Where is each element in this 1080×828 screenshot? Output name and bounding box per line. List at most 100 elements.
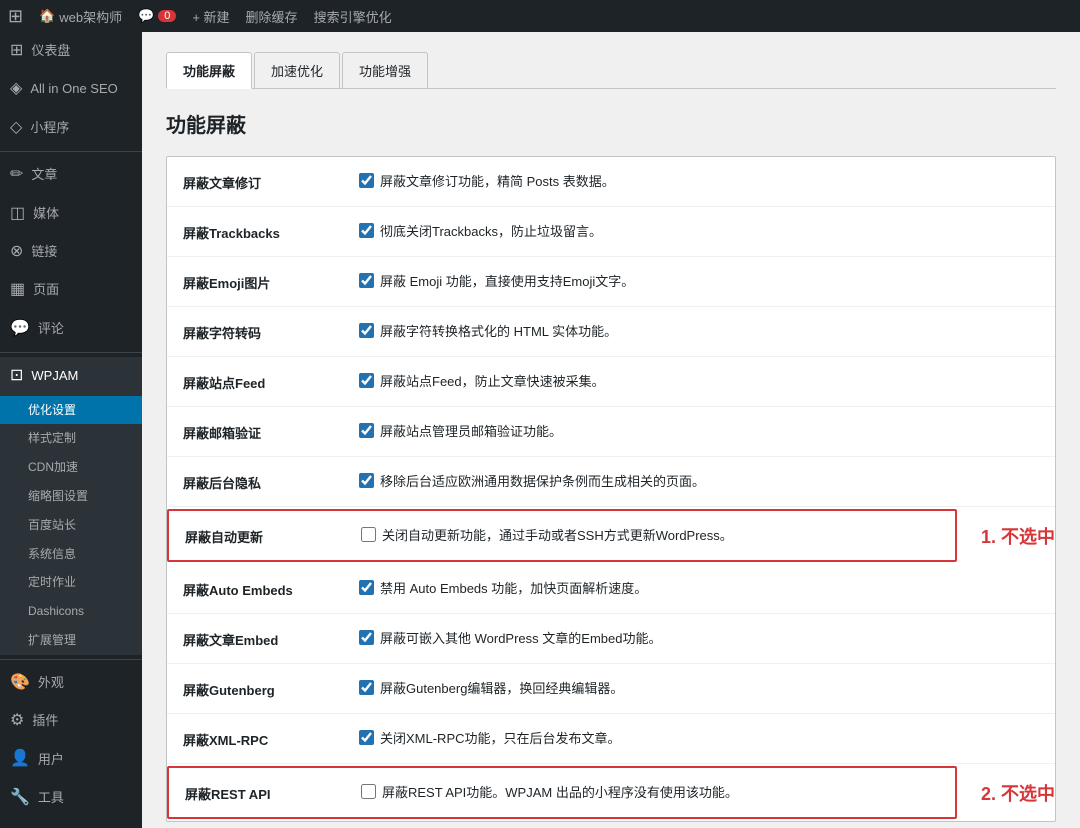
setting-desc-12: 屏蔽REST API功能。WPJAM 出品的小程序没有使用该功能。 [382, 782, 738, 801]
setting-checkbox-label-4[interactable]: 屏蔽站点Feed，防止文章快速被采集。 [359, 371, 605, 390]
sidebar-item-articles[interactable]: ✏ 文章 [0, 156, 142, 194]
comment-count-item[interactable]: 💬 0 [138, 8, 176, 24]
sidebar-label-media: 媒体 [33, 205, 59, 223]
setting-label-0: 屏蔽文章修订 [183, 171, 343, 192]
setting-checkbox-label-1[interactable]: 彻底关闭Trackbacks，防止垃圾留言。 [359, 221, 602, 240]
setting-checkbox-label-3[interactable]: 屏蔽字符转换格式化的 HTML 实体功能。 [359, 321, 617, 340]
sidebar-label-thumbnail: 缩略图设置 [28, 488, 88, 505]
setting-value-8: 禁用 Auto Embeds 功能，加快页面解析速度。 [359, 578, 1039, 597]
setting-desc-0: 屏蔽文章修订功能，精简 Posts 表数据。 [380, 171, 615, 190]
sidebar-item-plugins[interactable]: ⚙ 插件 [0, 702, 142, 740]
setting-checkbox-4[interactable] [359, 373, 374, 388]
setting-checkbox-11[interactable] [359, 730, 374, 745]
setting-value-11: 关闭XML-RPC功能，只在后台发布文章。 [359, 728, 1039, 747]
setting-label-2: 屏蔽Emoji图片 [183, 271, 343, 292]
wp-logo-icon[interactable]: ⊞ [8, 6, 23, 27]
sidebar-item-dashboard[interactable]: ⊞ 仪表盘 [0, 32, 142, 70]
sidebar-item-miniprogram[interactable]: ◇ 小程序 [0, 109, 142, 147]
setting-checkbox-label-0[interactable]: 屏蔽文章修订功能，精简 Posts 表数据。 [359, 171, 615, 190]
setting-value-2: 屏蔽 Emoji 功能，直接使用支持Emoji文字。 [359, 271, 1039, 290]
setting-checkbox-9[interactable] [359, 630, 374, 645]
setting-row-1: 屏蔽Trackbacks 彻底关闭Trackbacks，防止垃圾留言。 [167, 207, 1055, 257]
media-icon: ◫ [10, 203, 25, 225]
sidebar-label-optimize: 优化设置 [28, 402, 76, 419]
setting-checkbox-label-12[interactable]: 屏蔽REST API功能。WPJAM 出品的小程序没有使用该功能。 [361, 782, 738, 801]
setting-label-3: 屏蔽字符转码 [183, 321, 343, 342]
sidebar-item-comments[interactable]: 💬 评论 [0, 310, 142, 348]
setting-checkbox-label-5[interactable]: 屏蔽站点管理员邮箱验证功能。 [359, 421, 562, 440]
sidebar-label-cron: 定时作业 [28, 574, 76, 591]
tab-speed[interactable]: 加速优化 [254, 52, 340, 88]
sidebar-label-sysinfo: 系统信息 [28, 546, 76, 563]
allinone-icon: ◈ [10, 78, 22, 100]
setting-value-7: 关闭自动更新功能，通过手动或者SSH方式更新WordPress。 [361, 525, 939, 544]
setting-checkbox-6[interactable] [359, 473, 374, 488]
sidebar-label-extensions: 扩展管理 [28, 632, 76, 649]
sidebar-item-extensions[interactable]: 扩展管理 [0, 626, 142, 655]
miniprogram-icon: ◇ [10, 117, 22, 139]
setting-checkbox-0[interactable] [359, 173, 374, 188]
setting-checkbox-10[interactable] [359, 680, 374, 695]
setting-checkbox-3[interactable] [359, 323, 374, 338]
setting-checkbox-label-2[interactable]: 屏蔽 Emoji 功能，直接使用支持Emoji文字。 [359, 271, 634, 290]
sidebar-item-settings[interactable]: ⚙ 设置 [0, 817, 142, 828]
setting-desc-5: 屏蔽站点管理员邮箱验证功能。 [380, 421, 562, 440]
setting-checkbox-1[interactable] [359, 223, 374, 238]
setting-desc-9: 屏蔽可嵌入其他 WordPress 文章的Embed功能。 [380, 628, 661, 647]
setting-checkbox-12[interactable] [361, 784, 376, 799]
setting-checkbox-5[interactable] [359, 423, 374, 438]
sidebar-item-dashicons[interactable]: Dashicons [0, 597, 142, 626]
dashboard-icon: ⊞ [10, 40, 23, 62]
sidebar-item-allinone-seo[interactable]: ◈ All in One SEO [0, 70, 142, 108]
annotation-1: 1. 不选中 [981, 523, 1055, 549]
setting-label-4: 屏蔽站点Feed [183, 371, 343, 392]
sidebar-item-media[interactable]: ◫ 媒体 [0, 195, 142, 233]
divider-1 [0, 151, 142, 152]
setting-checkbox-label-6[interactable]: 移除后台适应欧洲通用数据保护条例而生成相关的页面。 [359, 471, 705, 490]
delete-cache-label: 删除缓存 [246, 7, 298, 26]
seo-button[interactable]: 搜索引擎优化 [314, 7, 392, 26]
tab-block[interactable]: 功能屏蔽 [166, 52, 252, 89]
sidebar-item-thumbnail[interactable]: 缩略图设置 [0, 482, 142, 511]
sidebar-item-links[interactable]: ⊗ 链接 [0, 233, 142, 271]
setting-checkbox-label-7[interactable]: 关闭自动更新功能，通过手动或者SSH方式更新WordPress。 [361, 525, 733, 544]
setting-checkbox-2[interactable] [359, 273, 374, 288]
sidebar-item-cron[interactable]: 定时作业 [0, 568, 142, 597]
setting-checkbox-8[interactable] [359, 580, 374, 595]
setting-checkbox-label-10[interactable]: 屏蔽Gutenberg编辑器，换回经典编辑器。 [359, 678, 623, 697]
setting-row-wrapper-7: 屏蔽自动更新 关闭自动更新功能，通过手动或者SSH方式更新WordPress。 … [167, 507, 1055, 564]
setting-row-3: 屏蔽字符转码 屏蔽字符转换格式化的 HTML 实体功能。 [167, 307, 1055, 357]
sidebar-item-sysinfo[interactable]: 系统信息 [0, 540, 142, 569]
sidebar-item-pages[interactable]: ▦ 页面 [0, 271, 142, 309]
sidebar-item-appearance[interactable]: 🎨 外观 [0, 664, 142, 702]
setting-row-2: 屏蔽Emoji图片 屏蔽 Emoji 功能，直接使用支持Emoji文字。 [167, 257, 1055, 307]
setting-row-6: 屏蔽后台隐私 移除后台适应欧洲通用数据保护条例而生成相关的页面。 [167, 457, 1055, 507]
sidebar-item-baidu[interactable]: 百度站长 [0, 511, 142, 540]
setting-checkbox-label-8[interactable]: 禁用 Auto Embeds 功能，加快页面解析速度。 [359, 578, 647, 597]
sidebar-item-optimize[interactable]: 优化设置 [0, 396, 142, 425]
sidebar-item-users[interactable]: 👤 用户 [0, 740, 142, 778]
new-item-button[interactable]: + 新建 [192, 7, 229, 26]
main-content: 功能屏蔽 加速优化 功能增强 功能屏蔽 屏蔽文章修订 屏蔽文章修订功能，精简 P… [142, 32, 1080, 828]
sidebar-item-tools[interactable]: 🔧 工具 [0, 779, 142, 817]
setting-value-0: 屏蔽文章修订功能，精简 Posts 表数据。 [359, 171, 1039, 190]
sidebar-item-wpjam[interactable]: ⊡ WPJAM [0, 357, 142, 395]
sidebar-item-style[interactable]: 样式定制 [0, 424, 142, 453]
delete-cache-button[interactable]: 删除缓存 [246, 7, 298, 26]
setting-checkbox-7[interactable] [361, 527, 376, 542]
setting-value-3: 屏蔽字符转换格式化的 HTML 实体功能。 [359, 321, 1039, 340]
tab-enhance[interactable]: 功能增强 [342, 52, 428, 88]
sidebar-item-cdn[interactable]: CDN加速 [0, 453, 142, 482]
divider-2 [0, 352, 142, 353]
wpjam-submenu: 优化设置 样式定制 CDN加速 缩略图设置 百度站长 系统信息 定时作业 Das… [0, 396, 142, 655]
site-home-link[interactable]: 🏠 web架构师 [39, 7, 122, 26]
setting-value-1: 彻底关闭Trackbacks，防止垃圾留言。 [359, 221, 1039, 240]
setting-label-9: 屏蔽文章Embed [183, 628, 343, 649]
setting-checkbox-label-9[interactable]: 屏蔽可嵌入其他 WordPress 文章的Embed功能。 [359, 628, 661, 647]
sidebar-label-miniprogram: 小程序 [30, 119, 69, 137]
setting-value-6: 移除后台适应欧洲通用数据保护条例而生成相关的页面。 [359, 471, 1039, 490]
sidebar-label-cdn: CDN加速 [28, 459, 78, 476]
seo-label: 搜索引擎优化 [314, 7, 392, 26]
setting-checkbox-label-11[interactable]: 关闭XML-RPC功能，只在后台发布文章。 [359, 728, 621, 747]
setting-desc-2: 屏蔽 Emoji 功能，直接使用支持Emoji文字。 [380, 271, 634, 290]
